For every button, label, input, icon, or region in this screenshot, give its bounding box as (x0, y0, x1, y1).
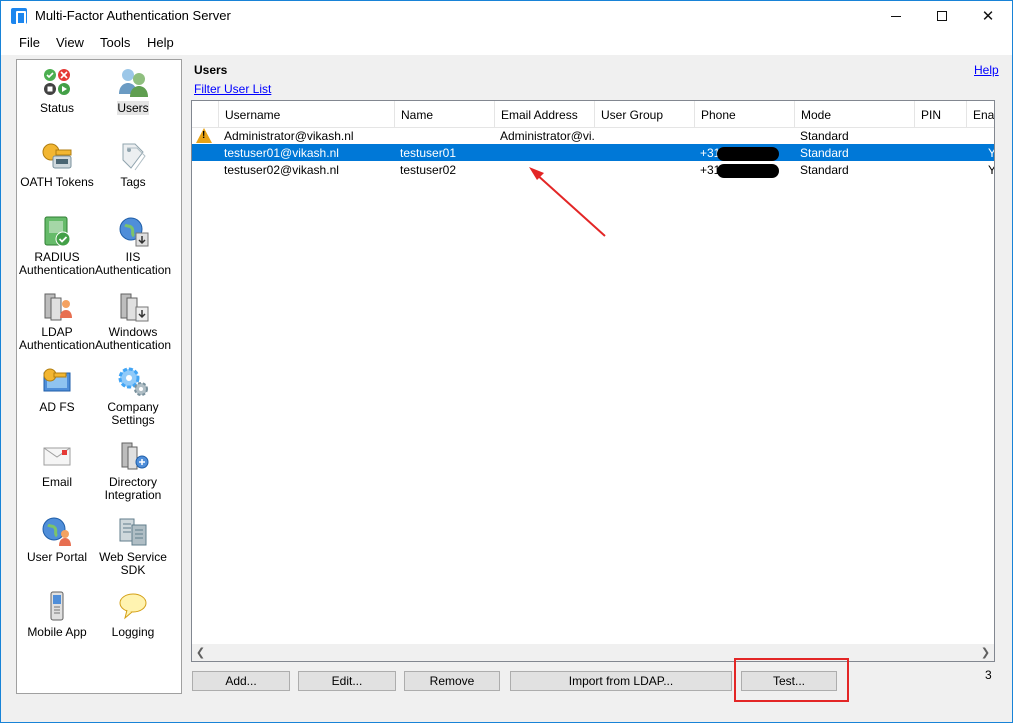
iis-icon (117, 215, 149, 247)
sidebar-nav: Status Users OATH Tokens Tags RADIUS Aut… (16, 59, 182, 694)
sidebar-item-label: Directory Integration (104, 475, 162, 502)
sidebar-item-user-portal[interactable]: User Portal (19, 515, 95, 564)
windows-auth-icon (117, 290, 149, 322)
sidebar-item-radius[interactable]: RADIUS Authentication (19, 215, 95, 277)
sidebar-item-mobile-app[interactable]: Mobile App (19, 590, 95, 639)
sidebar-item-label: User Portal (26, 550, 88, 564)
sidebar-item-label: Status (39, 101, 75, 115)
import-from-ldap-button[interactable]: Import from LDAP... (510, 671, 732, 691)
menu-tools[interactable]: Tools (100, 35, 130, 50)
email-icon (41, 440, 73, 472)
tags-icon (117, 140, 149, 172)
menu-help[interactable]: Help (147, 35, 174, 50)
window-title: Multi-Factor Authentication Server (35, 8, 231, 23)
help-link[interactable]: Help (974, 63, 999, 77)
window-bottom-edge (1, 703, 1012, 722)
sidebar-item-ldap[interactable]: LDAP Authentication (19, 290, 95, 352)
sidebar-item-label: Mobile App (27, 625, 87, 639)
sidebar-item-label: RADIUS Authentication (19, 250, 96, 277)
sidebar-item-adfs[interactable]: AD FS (19, 365, 95, 414)
sidebar-item-label: Windows Authentication (95, 325, 172, 352)
sidebar-item-label: AD FS (39, 400, 75, 414)
menu-file[interactable]: File (19, 35, 40, 50)
status-icon (41, 66, 73, 98)
sidebar-item-company-settings[interactable]: Company Settings (95, 365, 171, 427)
maximize-button[interactable] (919, 1, 965, 31)
radius-icon (41, 215, 73, 247)
sidebar-item-oath-tokens[interactable]: OATH Tokens (19, 140, 95, 189)
menu-bar: File View Tools Help (1, 31, 1012, 55)
users-icon (117, 66, 149, 98)
page-title: Users (194, 63, 228, 77)
company-settings-icon (117, 365, 149, 397)
menu-view[interactable]: View (56, 35, 84, 50)
remove-button[interactable]: Remove (404, 671, 500, 691)
sidebar-item-label: Logging (111, 625, 155, 639)
close-button[interactable]: ✕ (965, 1, 1011, 31)
sidebar-item-status[interactable]: Status (19, 66, 95, 115)
annotation-highlight-box (734, 658, 849, 702)
sidebar-item-label: LDAP Authentication (19, 325, 96, 352)
sidebar-item-label: Web Service SDK (99, 550, 167, 577)
sidebar-item-web-service-sdk[interactable]: Web Service SDK (95, 515, 171, 577)
add-button[interactable]: Add... (192, 671, 290, 691)
sidebar-item-email[interactable]: Email (19, 440, 95, 489)
minimize-button[interactable] (873, 1, 919, 31)
annotation-arrow (529, 167, 606, 237)
web-service-sdk-icon (117, 515, 149, 547)
sidebar-item-label: Tags (120, 175, 146, 189)
sidebar-item-tags[interactable]: Tags (95, 140, 171, 189)
sidebar-item-label: Users (117, 101, 149, 115)
mobile-app-icon (41, 590, 73, 622)
adfs-icon (41, 365, 73, 397)
logging-icon (117, 590, 149, 622)
sidebar-item-windows-auth[interactable]: Windows Authentication (95, 290, 171, 352)
sidebar-item-iis[interactable]: IIS Authentication (95, 215, 171, 277)
user-portal-icon (41, 515, 73, 547)
sidebar-item-label: Email (41, 475, 72, 489)
maximize-icon (937, 11, 947, 21)
minimize-icon (891, 15, 901, 17)
oath-tokens-icon (41, 140, 73, 172)
sidebar-item-label: IIS Authentication (95, 250, 172, 277)
user-count: 3 (985, 668, 992, 682)
sidebar-item-label: Company Settings (107, 400, 159, 427)
filter-user-list-link[interactable]: Filter User List (194, 82, 271, 96)
app-window: Multi-Factor Authentication Server ✕ Fil… (0, 0, 1013, 723)
close-icon: ✕ (981, 8, 995, 25)
scroll-right-icon[interactable]: ❯ (977, 645, 994, 661)
sidebar-item-directory-integration[interactable]: Directory Integration (95, 440, 171, 502)
sidebar-item-users[interactable]: Users (95, 66, 171, 115)
title-bar: Multi-Factor Authentication Server ✕ (1, 1, 1012, 31)
scroll-left-icon[interactable]: ❮ (192, 645, 209, 661)
users-table[interactable]: Username Name Email Address User Group P… (191, 100, 995, 662)
app-logo-icon (11, 8, 27, 25)
sidebar-item-label: OATH Tokens (20, 175, 94, 189)
sidebar-item-logging[interactable]: Logging (95, 590, 171, 639)
edit-button[interactable]: Edit... (298, 671, 396, 691)
ldap-icon (41, 290, 73, 322)
horizontal-scrollbar[interactable]: ❮ ❯ (192, 644, 994, 661)
directory-integration-icon (117, 440, 149, 472)
